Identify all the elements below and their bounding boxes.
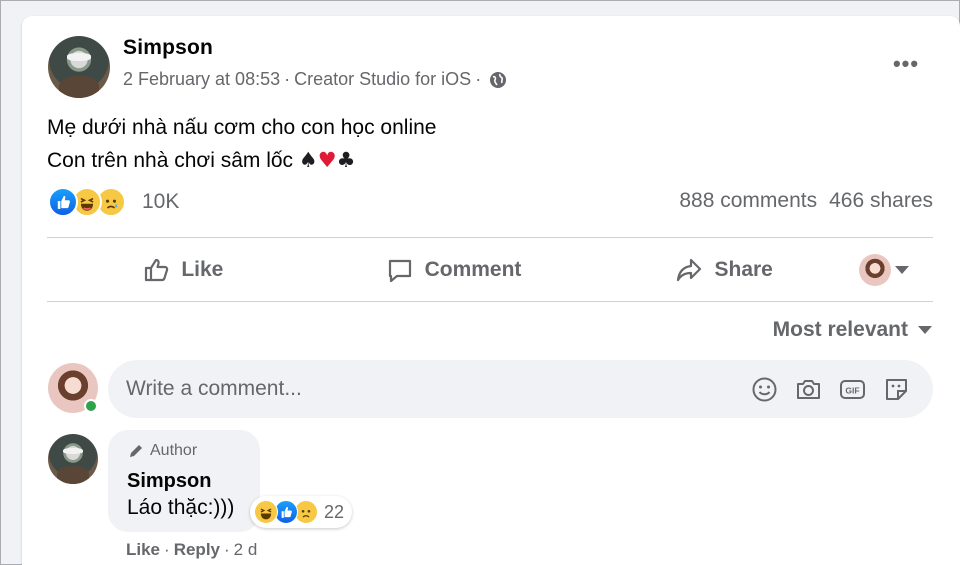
online-status-indicator: [84, 399, 98, 413]
commenter-avatar[interactable]: [48, 434, 98, 484]
share-label: Share: [714, 257, 773, 281]
post-text-line-1: Mẹ dưới nhà nấu cơm cho con học online: [47, 116, 437, 139]
post-card: Simpson 2 February at 08:53 · Creator St…: [22, 16, 960, 565]
comment-reaction-summary[interactable]: 22: [250, 496, 353, 528]
comment-bubble-icon: [388, 259, 411, 282]
chevron-down-icon: [895, 265, 910, 274]
chevron-down-icon: [918, 326, 932, 334]
post-meta: 2 February at 08:53 · Creator Studio for…: [123, 69, 507, 90]
sticker-icon[interactable]: [881, 374, 911, 404]
comments-count-link[interactable]: 888 comments: [679, 189, 817, 213]
composer-toolbar: GIF: [749, 374, 933, 404]
divider: [47, 301, 933, 302]
author-badge: Author: [127, 442, 197, 460]
author-avatar[interactable]: [48, 36, 110, 98]
comment-actions: Like · Reply · 2 d: [126, 540, 257, 560]
audience-selector[interactable]: [859, 253, 933, 286]
heart-emoji: ♥: [317, 148, 337, 172]
reaction-summary[interactable]: 10K: [48, 187, 179, 217]
comment-input[interactable]: [126, 377, 749, 401]
more-options-icon[interactable]: •••: [888, 50, 924, 78]
svg-text:GIF: GIF: [845, 385, 859, 395]
meta-separator: ·: [284, 69, 291, 89]
comment-reaction-count: 22: [324, 501, 345, 522]
shares-count-link[interactable]: 466 shares: [829, 189, 933, 213]
action-bar: Like Comment Share: [47, 238, 933, 301]
share-button[interactable]: Share: [588, 246, 859, 294]
emoji-icon[interactable]: [749, 374, 779, 404]
comment-like-link[interactable]: Like: [126, 540, 160, 560]
post-timestamp[interactable]: 2 February at 08:53: [123, 69, 280, 90]
thumbs-up-icon: [145, 258, 169, 281]
comment-age[interactable]: 2 d: [234, 540, 258, 560]
like-button[interactable]: Like: [47, 246, 318, 294]
camera-icon[interactable]: [793, 374, 823, 404]
comment-composer: GIF: [108, 360, 933, 418]
commenter-name[interactable]: Simpson: [127, 470, 211, 493]
like-label: Like: [181, 257, 224, 281]
comment-sort-dropdown[interactable]: Most relevant: [773, 318, 932, 342]
globe-icon[interactable]: [489, 71, 507, 89]
post-source: Creator Studio for iOS: [294, 69, 472, 89]
meta-separator: ·: [475, 69, 482, 89]
pencil-icon: [130, 445, 142, 457]
engagement-stats: 888 comments 466 shares: [679, 189, 933, 213]
author-badge-label: Author: [150, 442, 198, 459]
comment-button[interactable]: Comment: [318, 246, 589, 294]
share-arrow-icon: [677, 258, 702, 281]
comment-bubble: Author Simpson Láo thặc:))): [108, 430, 260, 532]
club-emoji: ♣: [336, 148, 356, 172]
post-text-line-2: Con trên nhà chơi sâm lốc: [47, 149, 294, 172]
author-name[interactable]: Simpson: [123, 36, 213, 60]
comment-text: Láo thặc:))): [127, 496, 235, 519]
like-reaction-icon: [48, 187, 78, 217]
current-user-avatar: [859, 253, 892, 286]
meta-separator: ·: [164, 540, 170, 559]
haha-reaction-icon: [254, 500, 278, 524]
comment-label: Comment: [424, 257, 522, 281]
reaction-count[interactable]: 10K: [142, 190, 179, 214]
meta-separator: ·: [224, 540, 230, 559]
gif-icon[interactable]: GIF: [837, 374, 867, 404]
comment-reply-link[interactable]: Reply: [174, 540, 220, 560]
spade-emoji: ♠: [298, 148, 318, 172]
sort-label: Most relevant: [772, 318, 908, 341]
post-text: Mẹ dưới nhà nấu cơm cho con học online C…: [47, 112, 436, 177]
